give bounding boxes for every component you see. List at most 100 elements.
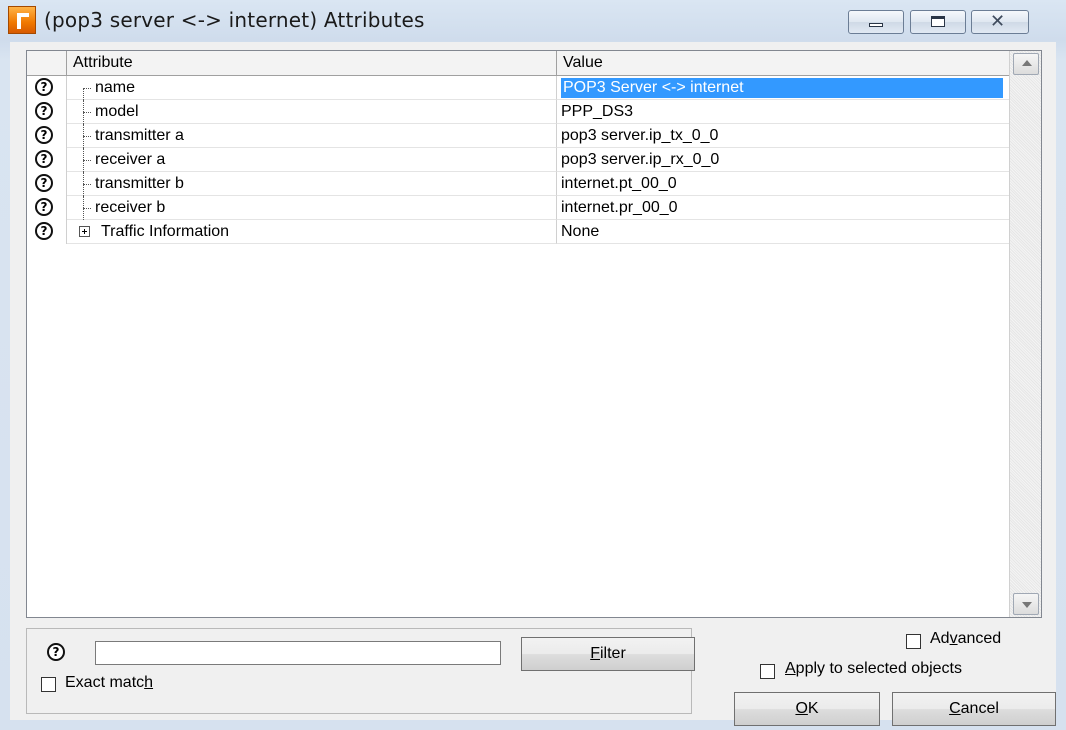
attribute-value: PPP_DS3 [561, 103, 634, 120]
row-help-cell: ? [27, 76, 67, 100]
table-row[interactable]: ? receiver b internet.pr_00_0 [27, 196, 1009, 220]
exact-match-checkbox[interactable] [41, 677, 56, 692]
attribute-cell[interactable]: transmitter b [67, 172, 557, 196]
down-arrow-icon [1022, 602, 1032, 608]
attribute-value: pop3 server.ip_tx_0_0 [561, 127, 719, 144]
advanced-label[interactable]: Advanced [930, 630, 1001, 648]
row-help-cell: ? [27, 172, 67, 196]
maximize-icon [931, 16, 945, 27]
filter-group: ? Filter Exact match [26, 628, 695, 714]
row-help-cell: ? [27, 148, 67, 172]
table-row[interactable]: ? receiver a pop3 server.ip_rx_0_0 [27, 148, 1009, 172]
cancel-mnemonic: C [949, 700, 961, 717]
filter-help-icon[interactable]: ? [47, 643, 65, 661]
table-row[interactable]: ? model PPP_DS3 [27, 100, 1009, 124]
attribute-value: internet.pr_00_0 [561, 199, 678, 216]
tree-branch [83, 88, 91, 89]
value-cell[interactable]: POP3 Server <-> internet [557, 76, 1009, 100]
window-title: (pop3 server <-> internet) Attributes [44, 8, 425, 32]
grid-header: Attribute Value [27, 51, 1009, 76]
attribute-value: POP3 Server <-> internet [561, 78, 1003, 98]
help-icon[interactable]: ? [35, 78, 53, 96]
table-row[interactable]: ? transmitter b internet.pt_00_0 [27, 172, 1009, 196]
attribute-cell[interactable]: model [67, 100, 557, 124]
tree-branch [83, 112, 91, 113]
cancel-label: ancel [960, 700, 999, 717]
value-cell[interactable]: internet.pt_00_0 [557, 172, 1009, 196]
help-icon[interactable]: ? [35, 150, 53, 168]
header-value[interactable]: Value [557, 51, 1009, 75]
filter-button-label: ilter [600, 645, 626, 662]
tree-branch [83, 184, 91, 185]
attribute-name: model [95, 103, 139, 120]
tree-branch [83, 160, 91, 161]
apply-to-selected-label[interactable]: Apply to selected objects [785, 660, 962, 678]
attribute-cell[interactable]: receiver b [67, 196, 557, 220]
row-help-cell: ? [27, 220, 67, 244]
minimize-button[interactable] [848, 10, 904, 34]
help-icon[interactable]: ? [35, 102, 53, 120]
apply-text: pply to selected objects [795, 660, 962, 677]
row-help-cell: ? [27, 100, 67, 124]
attribute-name: Traffic Information [101, 223, 230, 240]
up-arrow-icon [1022, 60, 1032, 66]
help-icon[interactable]: ? [35, 126, 53, 144]
cancel-button[interactable]: Cancel [892, 692, 1056, 726]
attribute-name: receiver a [95, 151, 166, 168]
attribute-value: internet.pt_00_0 [561, 175, 677, 192]
attribute-value: pop3 server.ip_rx_0_0 [561, 151, 720, 168]
value-cell[interactable]: PPP_DS3 [557, 100, 1009, 124]
expand-icon[interactable] [79, 226, 90, 237]
value-cell[interactable]: pop3 server.ip_rx_0_0 [557, 148, 1009, 172]
value-cell[interactable]: pop3 server.ip_tx_0_0 [557, 124, 1009, 148]
vertical-scrollbar[interactable] [1009, 51, 1041, 617]
help-icon[interactable]: ? [35, 198, 53, 216]
help-icon[interactable]: ? [35, 174, 53, 192]
advanced-mnemonic: v [949, 630, 958, 647]
minimize-icon [869, 23, 883, 27]
attribute-name: transmitter a [95, 127, 184, 144]
ok-label: K [807, 700, 819, 717]
header-attribute[interactable]: Attribute [67, 51, 557, 75]
value-cell[interactable]: internet.pr_00_0 [557, 196, 1009, 220]
value-cell[interactable]: None [557, 220, 1009, 244]
dialog-body: Attribute Value ? name POP3 Server <-> int… [10, 42, 1056, 726]
filter-button-mnemonic: F [590, 645, 600, 662]
attribute-value: None [561, 223, 600, 240]
advanced-text-rest: anced [957, 630, 1002, 647]
attribute-name: name [95, 79, 136, 96]
row-help-cell: ? [27, 124, 67, 148]
table-row[interactable]: ? Traffic Information None [27, 220, 1009, 244]
advanced-checkbox[interactable] [906, 634, 921, 649]
attribute-cell[interactable]: receiver a [67, 148, 557, 172]
apply-to-selected-checkbox[interactable] [760, 664, 775, 679]
close-icon: ✕ [990, 11, 1006, 32]
help-icon[interactable]: ? [35, 222, 53, 240]
exact-match-label[interactable]: Exact match [65, 674, 153, 692]
scroll-up-button[interactable] [1013, 53, 1039, 75]
exact-match-text: Exact matc [65, 674, 145, 691]
tree-connector [83, 88, 84, 100]
filter-input[interactable] [95, 641, 501, 665]
title-bar[interactable]: (pop3 server <-> internet) Attributes ✕ [0, 0, 1066, 42]
ok-mnemonic: O [795, 700, 808, 717]
advanced-text-prefix: Ad [930, 630, 950, 647]
attribute-name: receiver b [95, 199, 166, 216]
attribute-cell[interactable]: Traffic Information [67, 220, 557, 244]
row-help-cell: ? [27, 196, 67, 220]
exact-match-mnemonic: h [144, 674, 154, 691]
close-button[interactable]: ✕ [971, 10, 1029, 34]
maximize-button[interactable] [910, 10, 966, 34]
scroll-down-button[interactable] [1013, 593, 1039, 615]
ok-button[interactable]: OK [734, 692, 880, 726]
filter-button[interactable]: Filter [521, 637, 695, 671]
attribute-cell[interactable]: transmitter a [67, 124, 557, 148]
attribute-cell[interactable]: name [67, 76, 557, 100]
apply-mnemonic: A [785, 660, 796, 677]
header-icon-column [27, 51, 67, 75]
table-row[interactable]: ? name POP3 Server <-> internet [27, 76, 1009, 100]
tree-branch [83, 136, 91, 137]
attributes-dialog: (pop3 server <-> internet) Attributes ✕ … [0, 0, 1066, 730]
tree-branch [83, 208, 91, 209]
table-row[interactable]: ? transmitter a pop3 server.ip_tx_0_0 [27, 124, 1009, 148]
